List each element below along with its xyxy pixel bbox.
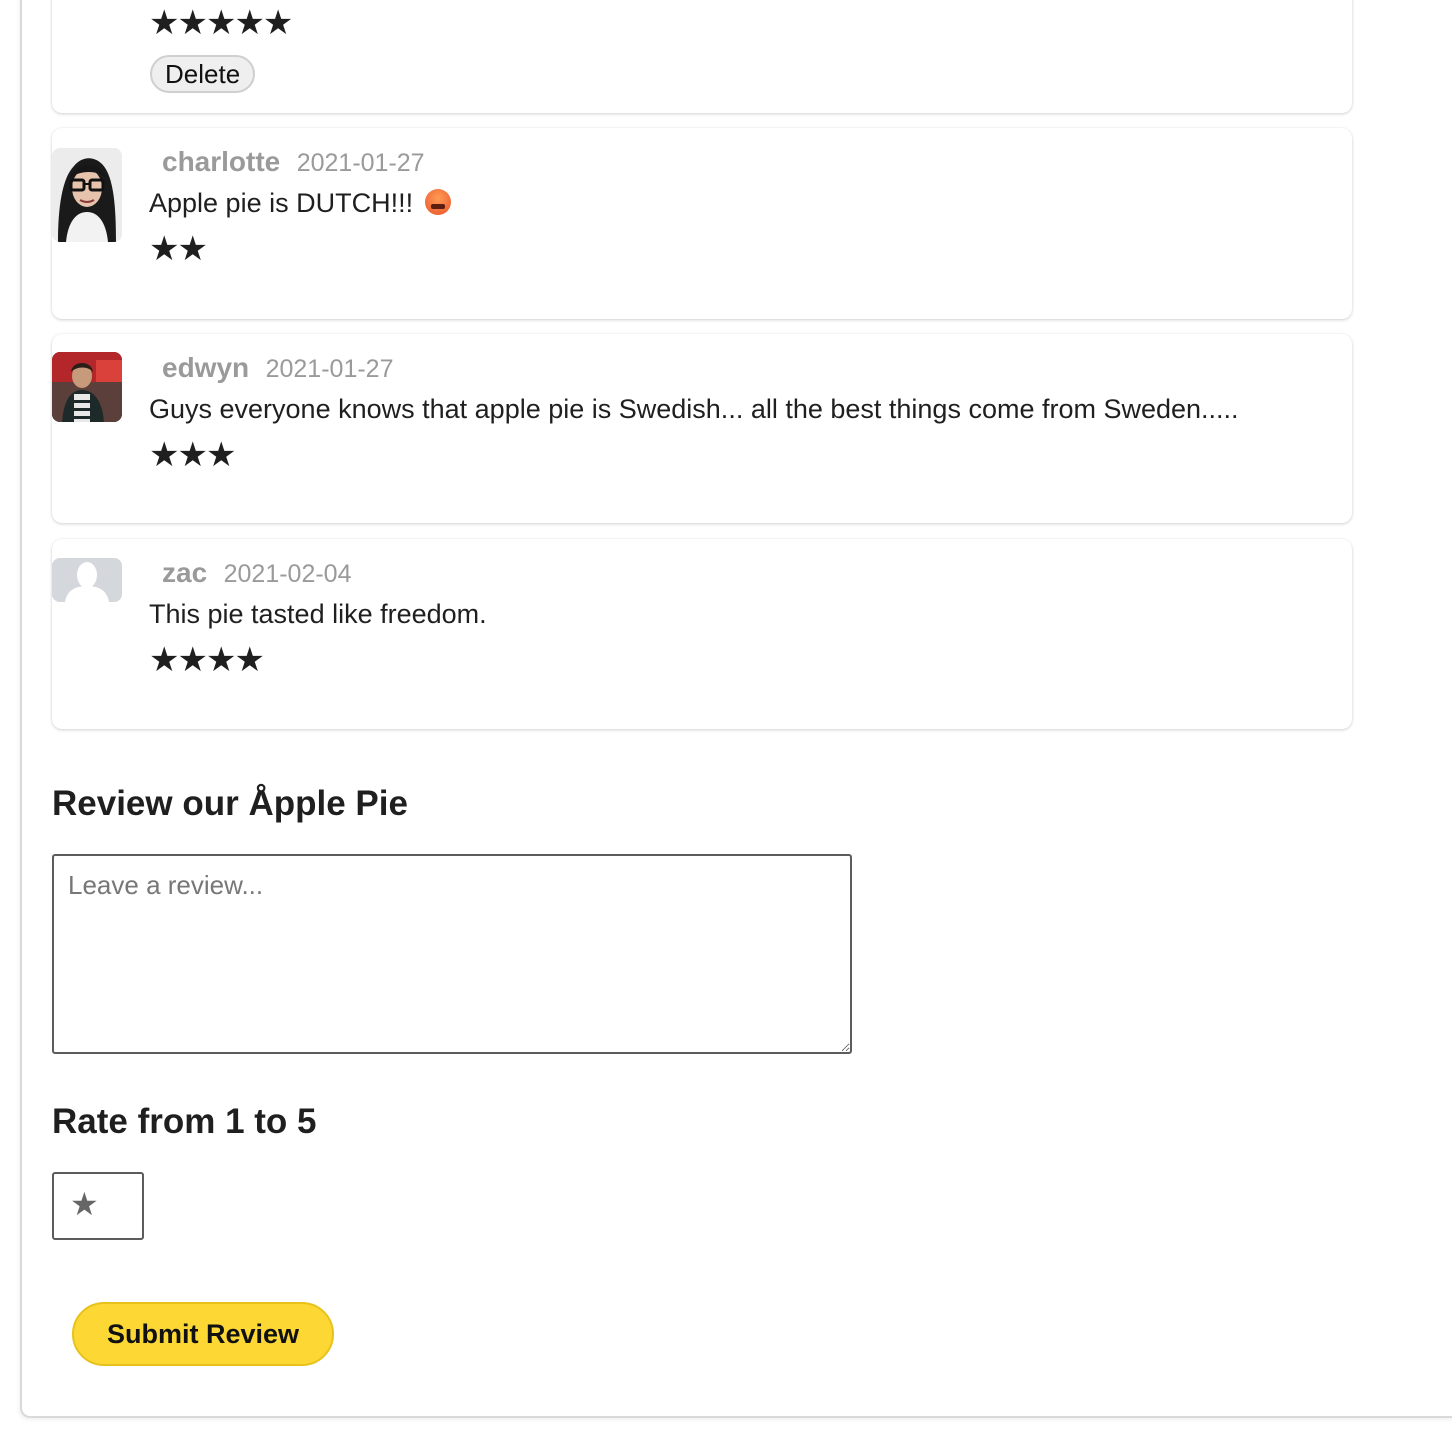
avatar [52, 352, 122, 422]
rating-heading: Rate from 1 to 5 [52, 1102, 317, 1141]
review-text: Apple pie is DUTCH!!! [149, 188, 451, 219]
review-meta: edwyn 2021-01-27 [162, 352, 393, 384]
default-user-icon [52, 558, 122, 602]
review-username[interactable]: zac [162, 557, 207, 588]
star-icon: ★ [70, 1186, 99, 1222]
avatar-photo-icon [52, 148, 122, 242]
review-form-heading: Review our Åpple Pie [52, 784, 408, 823]
star-rating: ★★★ [149, 436, 236, 474]
review-text: Guys everyone knows that apple pie is Sw… [149, 394, 1239, 424]
submit-review-button[interactable]: Submit Review [72, 1302, 334, 1366]
review-username[interactable]: charlotte [162, 146, 280, 177]
review-text: This pie tasted like freedom. [149, 599, 487, 629]
review-text-content: Apple pie is DUTCH!!! [149, 188, 414, 218]
rating-input[interactable]: ★ [52, 1172, 144, 1240]
review-date: 2021-01-27 [265, 355, 394, 383]
review-date: 2021-02-04 [223, 560, 352, 588]
review-meta: charlotte 2021-01-27 [162, 146, 425, 178]
delete-button[interactable]: Delete [150, 55, 256, 93]
review-card: zac 2021-02-04 This pie tasted like free… [52, 539, 1352, 729]
avatar-photo-icon [52, 352, 122, 422]
avatar [52, 148, 122, 242]
review-card: edwyn 2021-01-27 Guys everyone knows tha… [52, 334, 1352, 523]
face-with-symbols-on-mouth-icon [424, 189, 451, 215]
star-rating: ★★★★ [149, 641, 265, 679]
review-meta: zac 2021-02-04 [162, 557, 352, 589]
review-username[interactable]: edwyn [162, 352, 249, 383]
avatar [52, 558, 122, 602]
review-card: charlotte 2021-01-27 Apple pie is DUTCH!… [52, 128, 1352, 319]
review-date: 2021-01-27 [296, 149, 425, 177]
review-textarea[interactable] [52, 854, 852, 1054]
review-card: ★★★★★ Delete [52, 0, 1352, 113]
star-rating: ★★★★★ [149, 4, 293, 42]
star-rating: ★★ [149, 230, 208, 268]
